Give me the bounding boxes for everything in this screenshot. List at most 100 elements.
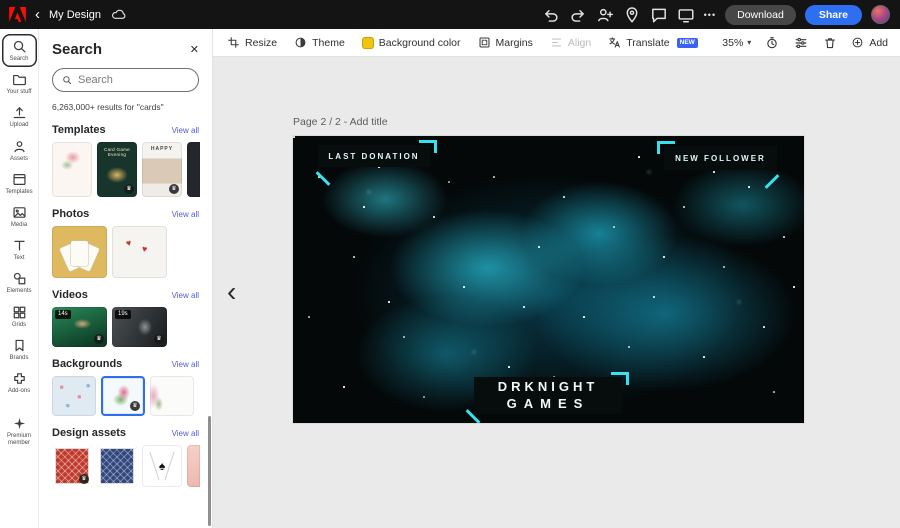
settings-sliders-icon[interactable] bbox=[793, 35, 809, 51]
design-artboard[interactable]: LAST DONATION NEW FOLLOWER DRKNIGHT GAME… bbox=[293, 136, 804, 423]
rail-item-upload[interactable]: Upload bbox=[2, 100, 37, 133]
resize-icon bbox=[228, 37, 239, 48]
heart-icon: ♥ bbox=[141, 243, 149, 255]
rail-label: Templates bbox=[5, 188, 33, 195]
shapes-icon bbox=[12, 271, 27, 286]
align-button[interactable]: Align bbox=[550, 36, 591, 49]
redo-icon[interactable] bbox=[569, 6, 587, 24]
location-pin-icon[interactable] bbox=[623, 6, 641, 24]
star-icon bbox=[12, 416, 27, 431]
template-thumb[interactable] bbox=[52, 142, 92, 197]
theme-button[interactable]: Theme bbox=[294, 36, 345, 49]
last-donation-overlay[interactable]: LAST DONATION bbox=[315, 140, 437, 186]
design-asset-thumb[interactable]: ♛ bbox=[52, 445, 92, 487]
rail-item-premium[interactable]: Premium member bbox=[2, 411, 37, 451]
premium-crown-icon: ♛ bbox=[154, 334, 164, 344]
share-button[interactable]: Share bbox=[804, 4, 862, 25]
backgrounds-row: ♛ bbox=[52, 376, 199, 416]
rail-item-search[interactable]: Search bbox=[2, 34, 37, 67]
app-shell: Search Your stuff Upload Assets Template… bbox=[0, 29, 900, 528]
add-page-button[interactable]: Add bbox=[851, 36, 888, 49]
design-assets-row: ♛ ♠ bbox=[52, 445, 200, 487]
search-box bbox=[52, 68, 199, 92]
page-title-label[interactable]: Page 2 / 2 - Add title bbox=[293, 116, 388, 128]
undo-icon[interactable] bbox=[542, 6, 560, 24]
resize-button[interactable]: Resize bbox=[227, 36, 277, 49]
rail-item-templates[interactable]: Templates bbox=[2, 167, 37, 200]
rail-item-add-ons[interactable]: Add-ons bbox=[2, 366, 37, 399]
view-all-link[interactable]: View all bbox=[172, 210, 199, 219]
adobe-logo bbox=[9, 7, 26, 22]
view-all-link[interactable]: View all bbox=[172, 126, 199, 135]
align-label: Align bbox=[567, 36, 592, 49]
toolbar-right-group: 35% ▾ Add bbox=[722, 35, 888, 51]
videos-row: 14s ♛ 19s ♛ bbox=[52, 307, 199, 347]
comment-icon[interactable] bbox=[650, 6, 668, 24]
document-title[interactable]: My Design bbox=[49, 9, 101, 21]
design-asset-thumb[interactable] bbox=[97, 445, 137, 487]
title-line2: GAMES bbox=[506, 395, 590, 411]
person-icon bbox=[12, 139, 27, 154]
view-all-link[interactable]: View all bbox=[172, 429, 199, 438]
context-toolbar: Resize Theme Background color Margins Al… bbox=[213, 29, 900, 57]
back-chevron-icon[interactable]: ‹ bbox=[35, 7, 40, 22]
user-avatar[interactable] bbox=[871, 5, 890, 24]
new-follower-overlay[interactable]: NEW FOLLOWER bbox=[657, 141, 780, 189]
zoom-dropdown[interactable]: 35% ▾ bbox=[722, 37, 751, 49]
premium-crown-icon: ♛ bbox=[130, 401, 140, 411]
heart-icon: ♥ bbox=[124, 237, 133, 249]
rail-item-brands[interactable]: Brands bbox=[2, 333, 37, 366]
view-all-link[interactable]: View all bbox=[172, 291, 199, 300]
video-thumb[interactable]: 19s ♛ bbox=[112, 307, 167, 347]
previous-page-chevron-icon[interactable]: ‹ bbox=[227, 278, 236, 306]
rail-item-text[interactable]: Text bbox=[2, 233, 37, 266]
background-thumb[interactable] bbox=[150, 376, 194, 416]
design-asset-thumb[interactable] bbox=[187, 445, 200, 487]
zoom-value: 35% bbox=[722, 36, 744, 49]
invite-people-icon[interactable] bbox=[596, 6, 614, 24]
rail-label: Your stuff bbox=[6, 89, 32, 96]
stream-title-overlay[interactable]: DRKNIGHT GAMES bbox=[465, 372, 629, 423]
close-icon[interactable]: ✕ bbox=[190, 43, 199, 56]
background-thumb[interactable] bbox=[52, 376, 96, 416]
timer-icon[interactable] bbox=[764, 35, 780, 51]
download-button[interactable]: Download bbox=[725, 4, 796, 25]
new-follower-text: NEW FOLLOWER bbox=[675, 153, 766, 163]
more-options-icon[interactable]: ••• bbox=[704, 10, 716, 20]
rail-item-media[interactable]: Media bbox=[2, 200, 37, 233]
template-thumb[interactable] bbox=[187, 142, 200, 197]
video-thumb[interactable]: 14s ♛ bbox=[52, 307, 107, 347]
star-glow bbox=[293, 136, 295, 138]
rail-label: Grids bbox=[11, 321, 27, 328]
section-title: Backgrounds bbox=[52, 358, 123, 370]
rail-item-your-stuff[interactable]: Your stuff bbox=[2, 67, 37, 100]
media-icon bbox=[12, 205, 27, 220]
color-swatch bbox=[361, 36, 374, 49]
rail-label: Media bbox=[10, 221, 28, 228]
rail-item-grids[interactable]: Grids bbox=[2, 300, 37, 333]
present-screen-icon[interactable] bbox=[677, 6, 695, 24]
theme-icon bbox=[295, 37, 306, 48]
photo-thumb[interactable] bbox=[52, 226, 107, 278]
upload-icon bbox=[12, 105, 27, 120]
panel-scrollbar[interactable] bbox=[208, 416, 211, 526]
text-icon bbox=[12, 238, 27, 253]
template-thumb[interactable]: HAPPY ♛ bbox=[142, 142, 182, 197]
translate-button[interactable]: Translate NEW bbox=[608, 36, 698, 49]
design-asset-thumb[interactable]: ♠ bbox=[142, 445, 182, 487]
rail-item-assets[interactable]: Assets bbox=[2, 134, 37, 167]
photo-thumb[interactable]: ♥ ♥ bbox=[112, 226, 167, 278]
section-header-videos: Videos View all bbox=[52, 289, 199, 301]
background-color-button[interactable]: Background color bbox=[361, 36, 461, 49]
rail-label: Text bbox=[13, 255, 25, 262]
margins-button[interactable]: Margins bbox=[478, 36, 533, 49]
rail-item-elements[interactable]: Elements bbox=[2, 266, 37, 299]
view-all-link[interactable]: View all bbox=[172, 360, 199, 369]
left-rail: Search Your stuff Upload Assets Template… bbox=[0, 29, 39, 528]
section-header-photos: Photos View all bbox=[52, 208, 199, 220]
corner-bracket-shape bbox=[419, 140, 437, 153]
search-input[interactable] bbox=[78, 74, 189, 86]
template-thumb[interactable]: Card Game Evening ♛ bbox=[97, 142, 137, 197]
background-thumb-selected[interactable]: ♛ bbox=[101, 376, 145, 416]
trash-icon[interactable] bbox=[822, 35, 838, 51]
